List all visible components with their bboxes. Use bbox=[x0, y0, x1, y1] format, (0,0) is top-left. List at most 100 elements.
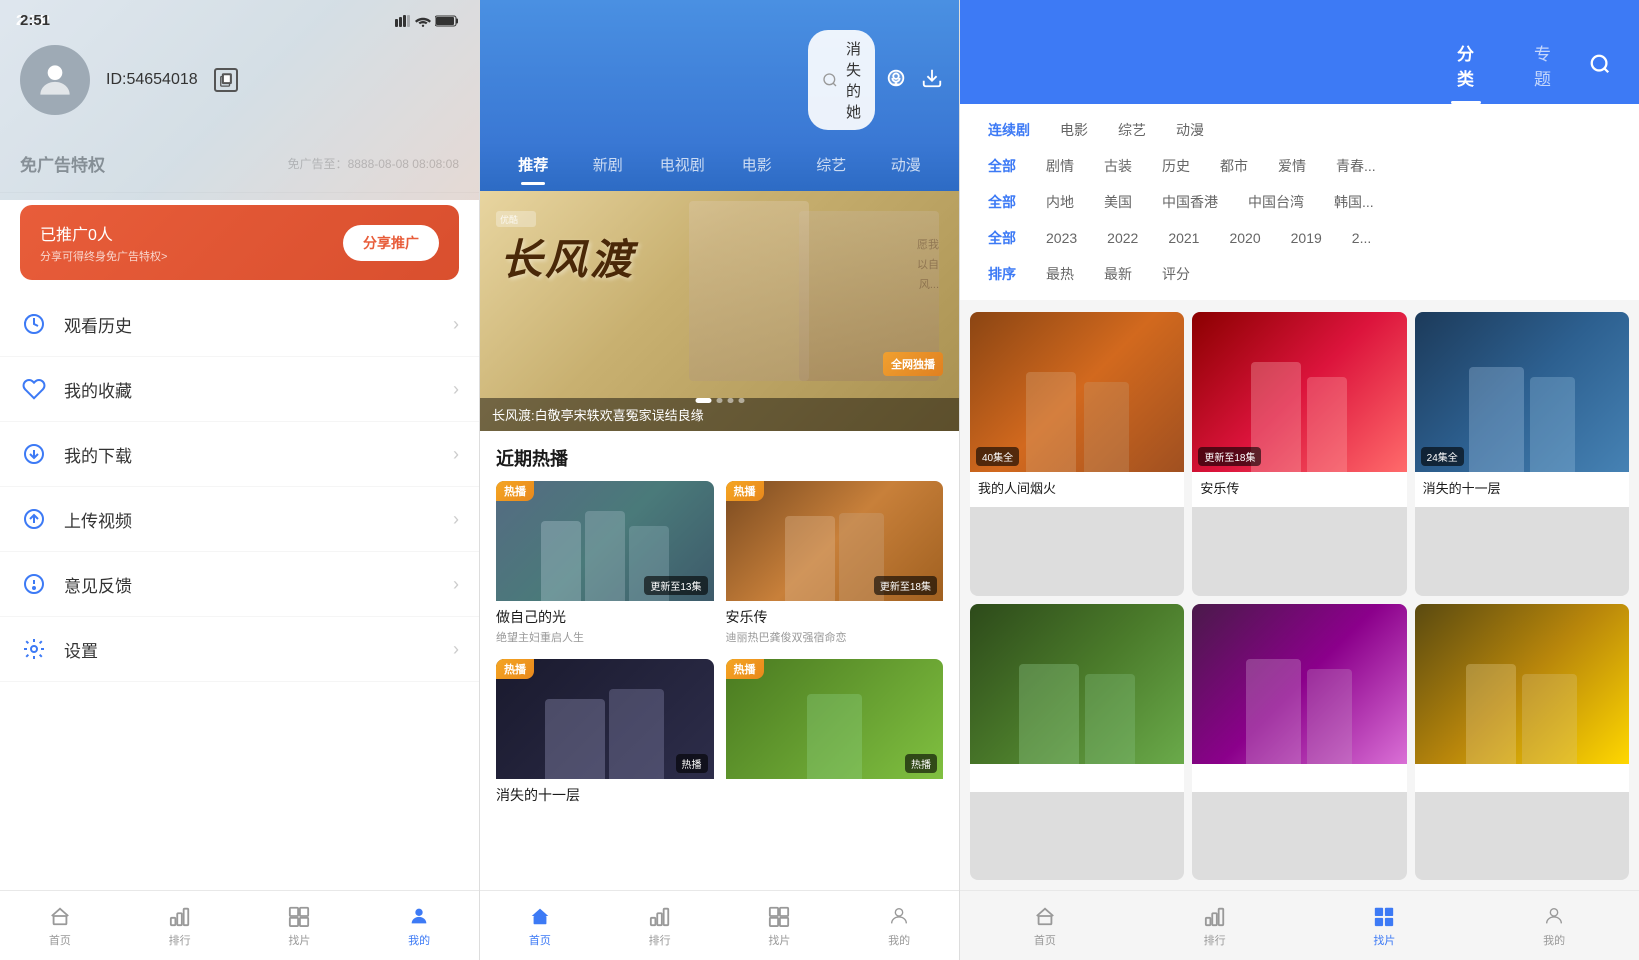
voice-search-icon[interactable] bbox=[885, 67, 907, 94]
filter-region-kr[interactable]: 韩国... bbox=[1322, 188, 1386, 216]
filter-region-tw[interactable]: 中国台湾 bbox=[1236, 188, 1316, 216]
filter-genre-all[interactable]: 全部 bbox=[976, 152, 1028, 180]
cat-tab-classify[interactable]: 分类 bbox=[1427, 30, 1504, 104]
tab-recommend[interactable]: 推荐 bbox=[496, 148, 571, 181]
avatar[interactable] bbox=[20, 45, 90, 115]
tab-tv[interactable]: 电视剧 bbox=[645, 148, 720, 181]
menu-item-favorites[interactable]: 我的收藏 › bbox=[0, 357, 479, 422]
filter-genre-history[interactable]: 历史 bbox=[1150, 152, 1202, 180]
menu-item-history[interactable]: 观看历史 › bbox=[0, 292, 479, 357]
cat-card-1[interactable]: 40集全 我的人间烟火 bbox=[970, 312, 1184, 596]
filter-sort-rating[interactable]: 评分 bbox=[1150, 260, 1202, 288]
search-text: 消失的她 bbox=[846, 38, 861, 122]
bottom-nav-2: 首页 排行 找片 我的 bbox=[480, 890, 959, 960]
filter-tag-movie[interactable]: 电影 bbox=[1048, 116, 1100, 144]
video-desc-2: 迪丽热巴龚俊双强宿命恋 bbox=[726, 629, 944, 645]
filter-tag-variety[interactable]: 综艺 bbox=[1106, 116, 1158, 144]
upload-icon bbox=[20, 505, 48, 533]
history-icon bbox=[20, 310, 48, 338]
filter-year-2023[interactable]: 2023 bbox=[1034, 226, 1089, 250]
hero-banner[interactable]: 优酷 长风渡 愿我 以自 风... 全网独播 长风渡:白敬亭宋轶欢喜冤家误结良缘 bbox=[480, 191, 959, 431]
arrow-icon-feedback: › bbox=[453, 574, 459, 595]
tab-variety[interactable]: 综艺 bbox=[794, 148, 869, 181]
download-icon bbox=[20, 440, 48, 468]
menu-label-settings: 设置 bbox=[64, 637, 453, 662]
filter-year-all[interactable]: 全部 bbox=[976, 224, 1028, 252]
category-grid: 40集全 我的人间烟火 更新至18集 安乐传 bbox=[960, 302, 1639, 890]
share-promo-button[interactable]: 分享推广 bbox=[343, 225, 439, 261]
menu-item-downloads[interactable]: 我的下载 › bbox=[0, 422, 479, 487]
filter-region-hk[interactable]: 中国香港 bbox=[1150, 188, 1230, 216]
filter-row-genre: 全部 剧情 古装 历史 都市 爱情 青春... bbox=[976, 152, 1623, 180]
cat-card-img-4 bbox=[970, 604, 1184, 764]
nav-rank-2[interactable]: 排行 bbox=[600, 896, 720, 956]
menu-item-settings[interactable]: 设置 › bbox=[0, 617, 479, 682]
nav-home-3[interactable]: 首页 bbox=[960, 896, 1130, 956]
cat-card-3[interactable]: 24集全 消失的十一层 bbox=[1415, 312, 1629, 596]
menu-label-upload: 上传视频 bbox=[64, 507, 453, 532]
nav-my-1[interactable]: 我的 bbox=[359, 896, 479, 956]
filter-sort-hot[interactable]: 最热 bbox=[1034, 260, 1086, 288]
cat-title-2: 安乐传 bbox=[1200, 478, 1398, 499]
cat-card-img-6 bbox=[1415, 604, 1629, 764]
cat-card-5[interactable] bbox=[1192, 604, 1406, 881]
promo-banner[interactable]: 已推广0人 分享可得终身免广告特权> 分享推广 bbox=[20, 205, 459, 280]
video-card-4[interactable]: 热播 热播 bbox=[726, 659, 944, 809]
arrow-icon-history: › bbox=[453, 314, 459, 335]
cat-card-2[interactable]: 更新至18集 安乐传 bbox=[1192, 312, 1406, 596]
tab-anime[interactable]: 动漫 bbox=[869, 148, 944, 181]
filter-row-sort: 排序 最热 最新 评分 bbox=[976, 260, 1623, 288]
user-icon-2 bbox=[887, 904, 911, 928]
download-header-icon[interactable] bbox=[921, 67, 943, 94]
filter-year-2022[interactable]: 2022 bbox=[1095, 226, 1150, 250]
category-header: 2:52 分类 专题 bbox=[960, 0, 1639, 104]
filter-genre-love[interactable]: 爱情 bbox=[1266, 152, 1318, 180]
menu-item-upload[interactable]: 上传视频 › bbox=[0, 487, 479, 552]
filter-region-us[interactable]: 美国 bbox=[1092, 188, 1144, 216]
nav-my-2[interactable]: 我的 bbox=[839, 896, 959, 956]
tab-movie[interactable]: 电影 bbox=[720, 148, 795, 181]
filter-genre-drama[interactable]: 剧情 bbox=[1034, 152, 1086, 180]
filter-genre-city[interactable]: 都市 bbox=[1208, 152, 1260, 180]
cat-tab-topic[interactable]: 专题 bbox=[1504, 30, 1581, 104]
filter-sort-new[interactable]: 最新 bbox=[1092, 260, 1144, 288]
copy-id-button[interactable] bbox=[214, 68, 238, 92]
video-card-2[interactable]: 热播 更新至18集 安乐传 迪丽热巴龚俊双强宿命恋 bbox=[726, 481, 944, 647]
filter-region-all[interactable]: 全部 bbox=[976, 188, 1028, 216]
tab-new-drama[interactable]: 新剧 bbox=[571, 148, 646, 181]
filter-tag-drama[interactable]: 连续剧 bbox=[976, 116, 1042, 144]
filter-genre-youth[interactable]: 青春... bbox=[1324, 152, 1388, 180]
video-card-3[interactable]: 热播 热播 消失的十一层 bbox=[496, 659, 714, 809]
menu-item-feedback[interactable]: 意见反馈 › bbox=[0, 552, 479, 617]
video-card-1[interactable]: 热播 更新至13集 做自己的光 绝望主妇重启人生 bbox=[496, 481, 714, 647]
nav-my-3[interactable]: 我的 bbox=[1469, 896, 1639, 956]
menu-label-favorites: 我的收藏 bbox=[64, 377, 453, 402]
nav-find-2[interactable]: 找片 bbox=[720, 896, 840, 956]
nav-find-3[interactable]: 找片 bbox=[1300, 896, 1470, 956]
filter-year-2019[interactable]: 2019 bbox=[1279, 226, 1334, 250]
filter-genre-period[interactable]: 古装 bbox=[1092, 152, 1144, 180]
nav-rank-1[interactable]: 排行 bbox=[120, 896, 240, 956]
nav-home-1[interactable]: 首页 bbox=[0, 896, 120, 956]
cat-card-6[interactable] bbox=[1415, 604, 1629, 881]
category-search-icon[interactable] bbox=[1581, 45, 1619, 89]
filter-year-2020[interactable]: 2020 bbox=[1217, 226, 1272, 250]
filter-sort-label[interactable]: 排序 bbox=[976, 260, 1028, 288]
cat-card-4[interactable] bbox=[970, 604, 1184, 881]
home-icon-2-active bbox=[528, 904, 552, 928]
hot-badge-4: 热播 bbox=[726, 659, 764, 679]
video-info-4 bbox=[726, 779, 944, 787]
video-title-3: 消失的十一层 bbox=[496, 785, 714, 805]
nav-rank-3[interactable]: 排行 bbox=[1130, 896, 1300, 956]
filter-tag-anime[interactable]: 动漫 bbox=[1164, 116, 1216, 144]
nav-home-2[interactable]: 首页 bbox=[480, 896, 600, 956]
filter-year-more[interactable]: 2... bbox=[1340, 226, 1383, 250]
filter-region-mainland[interactable]: 内地 bbox=[1034, 188, 1086, 216]
update-badge-2: 更新至18集 bbox=[874, 576, 937, 595]
user-icon-1 bbox=[407, 904, 431, 928]
filter-year-2021[interactable]: 2021 bbox=[1156, 226, 1211, 250]
nav-find-1[interactable]: 找片 bbox=[240, 896, 360, 956]
dot-active bbox=[695, 398, 711, 403]
search-input-wrapper[interactable]: 消失的她 bbox=[808, 30, 875, 130]
platform-logo: 优酷 bbox=[496, 211, 536, 227]
